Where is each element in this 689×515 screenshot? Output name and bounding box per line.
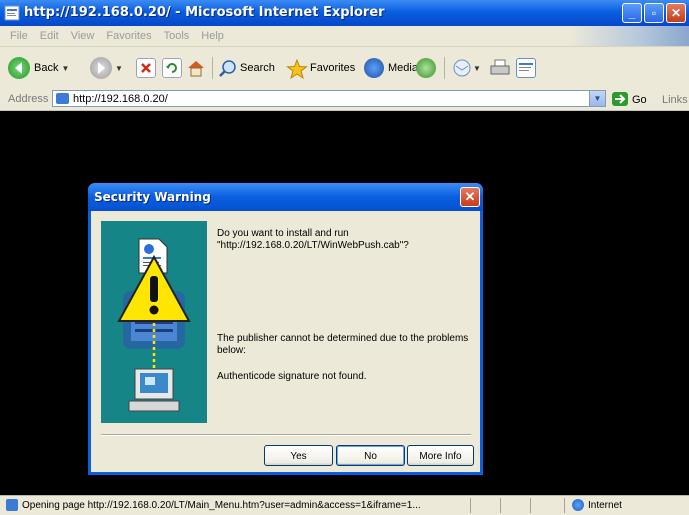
favorites-label: Favorites — [310, 62, 356, 74]
mail-dropdown-icon[interactable]: ▼ — [473, 64, 481, 73]
forward-button[interactable]: ▼ — [90, 55, 123, 81]
internet-zone-icon — [572, 499, 584, 511]
printer-icon — [490, 59, 510, 77]
page-icon — [56, 93, 69, 104]
status-divider — [470, 498, 471, 513]
menu-tools[interactable]: Tools — [158, 26, 196, 46]
star-icon — [286, 59, 308, 79]
favorites-button[interactable]: Favorites — [286, 55, 355, 81]
windows-logo-area — [569, 26, 689, 46]
media-button[interactable]: Media — [364, 55, 418, 81]
publisher-warning-text: The publisher cannot be determined due t… — [217, 333, 469, 356]
loading-page-icon — [6, 499, 18, 511]
toolbar-separator — [212, 57, 213, 79]
forward-arrow-icon — [90, 57, 112, 79]
edit-page-icon — [516, 58, 536, 78]
authenticode-error-text: Authenticode signature not found. — [217, 371, 367, 382]
status-divider — [530, 498, 531, 513]
window-title-bar[interactable]: http://192.168.0.20/ - Microsoft Interne… — [0, 0, 689, 26]
search-button[interactable]: Search — [218, 55, 275, 81]
dialog-title: Security Warning — [94, 190, 211, 204]
search-icon — [218, 59, 236, 77]
edit-button[interactable] — [516, 55, 536, 81]
minimize-button[interactable]: _ — [622, 3, 642, 23]
mail-icon — [452, 59, 471, 77]
no-button[interactable]: No — [336, 445, 405, 466]
dialog-body: Do you want to install and run "http://1… — [91, 211, 480, 472]
back-arrow-icon — [8, 57, 30, 79]
go-arrow-icon[interactable] — [612, 92, 628, 106]
search-label: Search — [240, 62, 275, 74]
mail-button[interactable]: ▼ — [452, 55, 481, 81]
security-warning-dialog: Security Warning ✕ Do you want to instal… — [88, 183, 483, 475]
computer-icon — [128, 368, 180, 412]
media-label: Media — [388, 62, 418, 74]
status-text: Opening page http://192.168.0.20/LT/Main… — [22, 500, 421, 511]
home-icon — [186, 59, 204, 77]
address-label: Address — [8, 93, 49, 105]
address-bar: Address http://192.168.0.20/ ▼ Go Links — [0, 89, 689, 111]
dialog-separator — [101, 434, 471, 436]
toolbar-separator — [444, 57, 445, 79]
back-dropdown-icon[interactable]: ▼ — [61, 64, 69, 73]
go-button[interactable]: Go — [632, 94, 647, 106]
back-button[interactable]: Back ▼ — [8, 55, 69, 81]
window-title: http://192.168.0.20/ - Microsoft Interne… — [24, 5, 385, 20]
forward-dropdown-icon[interactable]: ▼ — [115, 64, 123, 73]
status-divider — [564, 498, 565, 513]
security-zone-label: Internet — [588, 500, 622, 511]
status-bar: Opening page http://192.168.0.20/LT/Main… — [0, 495, 689, 515]
dialog-title-bar[interactable]: Security Warning ✕ — [88, 183, 483, 211]
back-label: Back — [34, 62, 59, 74]
menu-edit[interactable]: Edit — [34, 26, 65, 46]
install-question-text: Do you want to install and run "http://1… — [217, 228, 409, 251]
history-button[interactable] — [416, 55, 436, 81]
home-button[interactable] — [186, 55, 204, 81]
refresh-icon — [162, 58, 182, 78]
stop-icon — [136, 58, 156, 78]
menu-file[interactable]: File — [0, 26, 34, 46]
stop-button[interactable] — [136, 55, 156, 81]
print-button[interactable] — [490, 55, 510, 81]
address-value: http://192.168.0.20/ — [73, 93, 168, 105]
refresh-button[interactable] — [162, 55, 182, 81]
close-window-button[interactable]: ✕ — [666, 3, 686, 23]
ie-page-icon — [4, 5, 20, 21]
menu-favorites[interactable]: Favorites — [100, 26, 157, 46]
toolbar: Back ▼ ▼ Search Favorites Media ▼ — [0, 47, 689, 90]
menu-view[interactable]: View — [65, 26, 101, 46]
maximize-button[interactable]: ▫ — [644, 3, 664, 23]
links-button[interactable]: Links — [662, 94, 688, 106]
dialog-close-button[interactable]: ✕ — [460, 187, 480, 207]
yes-button[interactable]: Yes — [264, 445, 333, 466]
history-icon — [416, 58, 436, 78]
menu-help[interactable]: Help — [195, 26, 230, 46]
security-warning-graphic — [101, 221, 207, 423]
media-icon — [364, 58, 384, 78]
status-divider — [500, 498, 501, 513]
warning-triangle-icon — [117, 254, 191, 322]
more-info-button[interactable]: More Info — [407, 445, 474, 466]
address-dropdown-icon[interactable]: ▼ — [589, 91, 605, 106]
address-input[interactable]: http://192.168.0.20/ ▼ — [52, 90, 606, 107]
